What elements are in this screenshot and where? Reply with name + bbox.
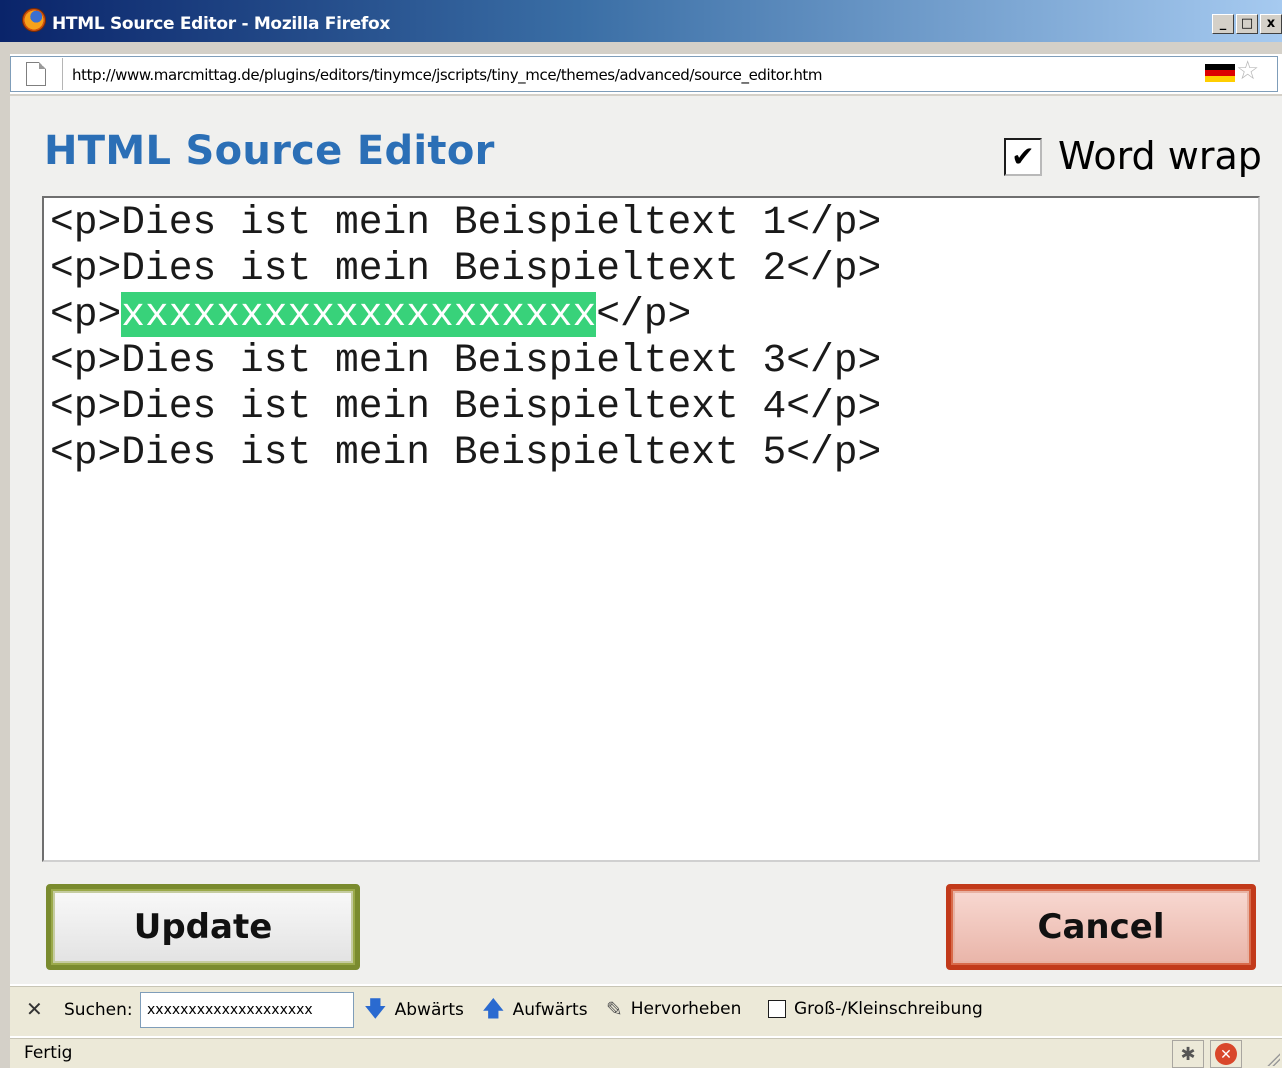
bookmark-star-icon[interactable]: ☆ [1236, 58, 1259, 84]
bug-icon: ✱ [1180, 1043, 1196, 1064]
title-bar: HTML Source Editor - Mozilla Firefox _ □… [0, 0, 1282, 42]
find-previous-label: Aufwärts [512, 1000, 588, 1020]
code-line: <p>Dies ist mein Beispieltext 2</p> [50, 246, 1258, 292]
minimize-button[interactable]: _ [1212, 14, 1234, 34]
firebug-panel[interactable]: ✱ [1172, 1040, 1204, 1068]
match-case-checkbox[interactable]: Groß-/Kleinschreibung [768, 999, 983, 1019]
search-label: Suchen: [64, 1000, 133, 1020]
highlight-button[interactable]: ✎ Hervorheben [606, 999, 741, 1019]
close-findbar-icon[interactable]: ✕ [26, 999, 43, 1019]
error-panel[interactable]: ✕ [1210, 1040, 1242, 1068]
firefox-icon [22, 8, 46, 32]
code-text: <p>Dies ist mein Beispieltext 5</p> [50, 430, 882, 475]
arrow-down-icon: 🡇 [364, 997, 387, 1022]
search-input[interactable]: xxxxxxxxxxxxxxxxxxxx [140, 992, 354, 1028]
status-bar [10, 1038, 1282, 1068]
code-line: <p>Dies ist mein Beispieltext 3</p> [50, 338, 1258, 384]
maximize-button[interactable]: □ [1236, 14, 1258, 34]
highlighter-icon: ✎ [606, 997, 623, 1021]
url-text[interactable]: http://www.marcmittag.de/plugins/editors… [72, 66, 823, 84]
url-separator [62, 58, 63, 90]
code-text: </p> [596, 292, 692, 337]
code-line: <p>Dies ist mein Beispieltext 1</p> [50, 200, 1258, 246]
word-wrap-label[interactable]: Word wrap [1058, 134, 1262, 178]
window-title: HTML Source Editor - Mozilla Firefox [52, 14, 391, 34]
close-button[interactable]: x [1260, 14, 1282, 34]
source-textarea[interactable]: <p>Dies ist mein Beispieltext 1</p> <p>Di… [42, 196, 1260, 862]
cancel-button[interactable]: Cancel [946, 884, 1256, 970]
match-case-box[interactable] [768, 1000, 786, 1018]
resize-grip-icon[interactable] [1266, 1052, 1280, 1066]
code-text: <p>Dies ist mein Beispieltext 3</p> [50, 338, 882, 383]
page-title: HTML Source Editor [44, 128, 495, 174]
search-highlight: xxxxxxxxxxxxxxxxxxxx [121, 292, 597, 337]
word-wrap-checkbox[interactable]: ✔ [1004, 138, 1042, 176]
error-icon: ✕ [1215, 1043, 1237, 1065]
status-text: Fertig [24, 1043, 73, 1063]
find-next-button[interactable]: 🡇 Abwärts [364, 999, 464, 1021]
code-line: <p>Dies ist mein Beispieltext 4</p> [50, 384, 1258, 430]
german-flag-icon[interactable] [1205, 64, 1235, 82]
find-next-label: Abwärts [394, 1000, 464, 1020]
update-button[interactable]: Update [46, 884, 360, 970]
highlight-label: Hervorheben [630, 999, 742, 1019]
arrow-up-icon: 🡅 [482, 997, 505, 1022]
code-text: <p>Dies ist mein Beispieltext 2</p> [50, 246, 882, 291]
window-frame-top [0, 42, 1282, 54]
code-line: <p>xxxxxxxxxxxxxxxxxxxx</p> [50, 292, 1258, 338]
find-previous-button[interactable]: 🡅 Aufwärts [482, 999, 588, 1021]
window-controls: _ □ x [1212, 14, 1282, 34]
match-case-label: Groß-/Kleinschreibung [794, 999, 983, 1019]
page-icon [26, 62, 46, 86]
window-frame [0, 42, 10, 1068]
code-text: <p>Dies ist mein Beispieltext 1</p> [50, 200, 882, 245]
code-text: <p> [50, 292, 122, 337]
code-line: <p>Dies ist mein Beispieltext 5</p> [50, 430, 1258, 476]
code-text: <p>Dies ist mein Beispieltext 4</p> [50, 384, 882, 429]
